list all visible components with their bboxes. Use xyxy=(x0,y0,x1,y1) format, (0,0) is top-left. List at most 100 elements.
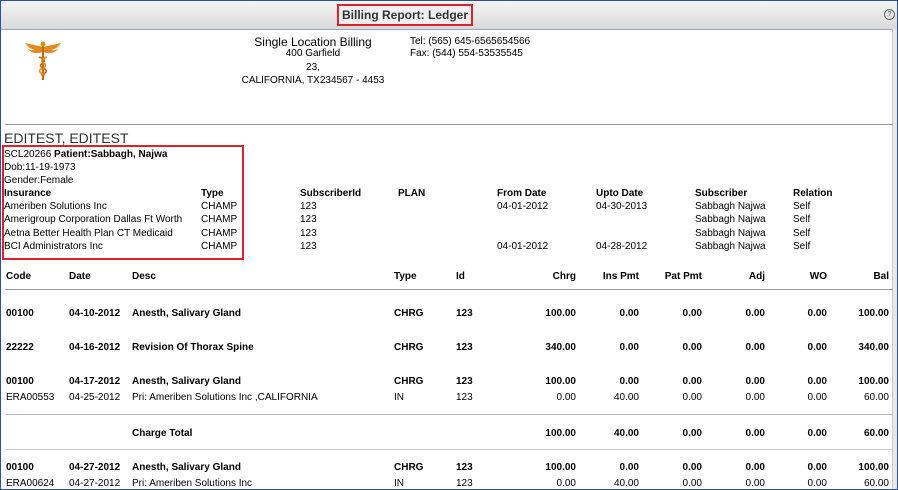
row-date: 04-16-2012 xyxy=(69,342,121,353)
row-type: CHRG xyxy=(394,376,424,387)
row-wo: 0.00 xyxy=(807,392,827,403)
insurance-upto-date: 04-30-2013 xyxy=(596,201,648,212)
row-pat-pmt: 0.00 xyxy=(682,462,702,473)
help-icon[interactable]: ? xyxy=(884,9,895,20)
row-date: 04-25-2012 xyxy=(69,392,121,403)
ins-header-subscriber-id: SubscriberId xyxy=(300,188,362,199)
row-desc: Revision Of Thorax Spine xyxy=(132,342,254,353)
row-id: 123 xyxy=(456,462,473,473)
row-adj: 0.00 xyxy=(745,392,765,403)
ledger-header-bal: Bal xyxy=(873,271,889,282)
insurance-subscriber-id: 123 xyxy=(300,241,317,252)
row-ins-pmt: 0.00 xyxy=(619,462,639,473)
caduceus-icon xyxy=(25,41,61,80)
row-wo: 0.00 xyxy=(807,342,827,353)
row-id: 123 xyxy=(456,342,473,353)
insurance-relation: Self xyxy=(793,241,811,252)
row-adj: 0.00 xyxy=(745,478,765,489)
row-adj: 0.00 xyxy=(745,376,765,387)
row-ins-pmt: 0.00 xyxy=(619,308,639,319)
insurance-relation: Self xyxy=(793,228,811,239)
row-pat-pmt: 0.00 xyxy=(682,308,702,319)
total-pat-pmt: 0.00 xyxy=(682,428,702,439)
row-chrg: 100.00 xyxy=(545,376,576,387)
row-desc: Anesth, Salivary Gland xyxy=(132,462,241,473)
practice-address-2: 23, xyxy=(306,62,320,73)
row-code: ERA00624 xyxy=(6,478,55,489)
practice-name: Single Location Billing xyxy=(254,35,372,49)
row-desc: Anesth, Salivary Gland xyxy=(132,308,241,319)
row-wo: 0.00 xyxy=(807,376,827,387)
insurance-relation: Self xyxy=(793,214,811,225)
row-chrg: 100.00 xyxy=(545,308,576,319)
total-ins-pmt: 40.00 xyxy=(613,428,639,439)
row-pat-pmt: 0.00 xyxy=(682,392,702,403)
total-adj: 0.00 xyxy=(745,428,765,439)
insurance-subscriber: Sabbagh Najwa xyxy=(695,214,766,225)
row-code: 00100 xyxy=(6,308,34,319)
row-ins-pmt: 0.00 xyxy=(619,342,639,353)
total-bal: 60.00 xyxy=(863,428,889,439)
report-window: Billing Report: Ledger ? Single Location… xyxy=(0,0,898,490)
row-code: 22222 xyxy=(6,342,34,353)
row-ins-pmt: 40.00 xyxy=(613,478,639,489)
row-type: CHRG xyxy=(394,308,424,319)
insurance-from-date: 04-01-2012 xyxy=(497,241,549,252)
row-bal: 340.00 xyxy=(858,342,889,353)
row-date: 04-17-2012 xyxy=(69,376,121,387)
row-pat-pmt: 0.00 xyxy=(682,376,702,387)
ins-header-plan: PLAN xyxy=(398,188,426,199)
ledger-header-type: Type xyxy=(394,271,417,282)
row-desc: Pri: Ameriben Solutions Inc xyxy=(132,478,253,489)
ledger-header-pat-pmt: Pat Pmt xyxy=(664,271,702,282)
ledger-header-ins-pmt: Ins Pmt xyxy=(602,271,639,282)
row-code: 00100 xyxy=(6,462,34,473)
vertical-scrollbar[interactable] xyxy=(892,29,897,489)
divider xyxy=(5,124,893,125)
total-divider xyxy=(5,414,893,415)
insurance-upto-date: 04-28-2012 xyxy=(596,241,648,252)
row-adj: 0.00 xyxy=(745,308,765,319)
row-chrg: 0.00 xyxy=(556,392,576,403)
insurance-subscriber: Sabbagh Najwa xyxy=(695,201,766,212)
row-bal: 100.00 xyxy=(858,376,889,387)
charge-total-label: Charge Total xyxy=(132,428,193,439)
row-type: CHRG xyxy=(394,342,424,353)
row-type: IN xyxy=(394,478,404,489)
row-pat-pmt: 0.00 xyxy=(682,478,702,489)
ins-header-from-date: From Date xyxy=(497,188,547,199)
ledger-divider xyxy=(5,289,893,290)
row-date: 04-10-2012 xyxy=(69,308,121,319)
row-pat-pmt: 0.00 xyxy=(682,342,702,353)
insurance-from-date: 04-01-2012 xyxy=(497,201,549,212)
practice-address-3: CALIFORNIA, TX234567 - 4453 xyxy=(241,75,385,86)
ledger-header-code: Code xyxy=(6,271,31,282)
row-date: 04-27-2012 xyxy=(69,478,121,489)
row-adj: 0.00 xyxy=(745,462,765,473)
row-id: 123 xyxy=(456,376,473,387)
ledger-header-adj: Adj xyxy=(748,271,765,282)
ins-header-subscriber: Subscriber xyxy=(695,188,748,199)
row-bal: 100.00 xyxy=(858,308,889,319)
insurance-subscriber: Sabbagh Najwa xyxy=(695,241,766,252)
ins-header-upto-date: Upto Date xyxy=(596,188,644,199)
row-bal: 60.00 xyxy=(863,478,889,489)
ledger-header-wo: WO xyxy=(809,271,827,282)
total-chrg: 100.00 xyxy=(545,428,576,439)
row-code: 00100 xyxy=(6,376,34,387)
row-id: 123 xyxy=(456,308,473,319)
insurance-subscriber-id: 123 xyxy=(300,214,317,225)
insurance-subscriber-id: 123 xyxy=(300,201,317,212)
row-code: ERA00553 xyxy=(6,392,55,403)
row-type: CHRG xyxy=(394,462,424,473)
ledger-header-chrg: Chrg xyxy=(552,271,576,282)
row-wo: 0.00 xyxy=(807,478,827,489)
row-chrg: 340.00 xyxy=(545,342,576,353)
row-ins-pmt: 0.00 xyxy=(619,376,639,387)
row-chrg: 0.00 xyxy=(556,478,576,489)
ledger-header-desc: Desc xyxy=(132,271,156,282)
row-type: IN xyxy=(394,392,404,403)
row-id: 123 xyxy=(456,478,473,489)
total-wo: 0.00 xyxy=(807,428,827,439)
row-desc: Anesth, Salivary Gland xyxy=(132,376,241,387)
